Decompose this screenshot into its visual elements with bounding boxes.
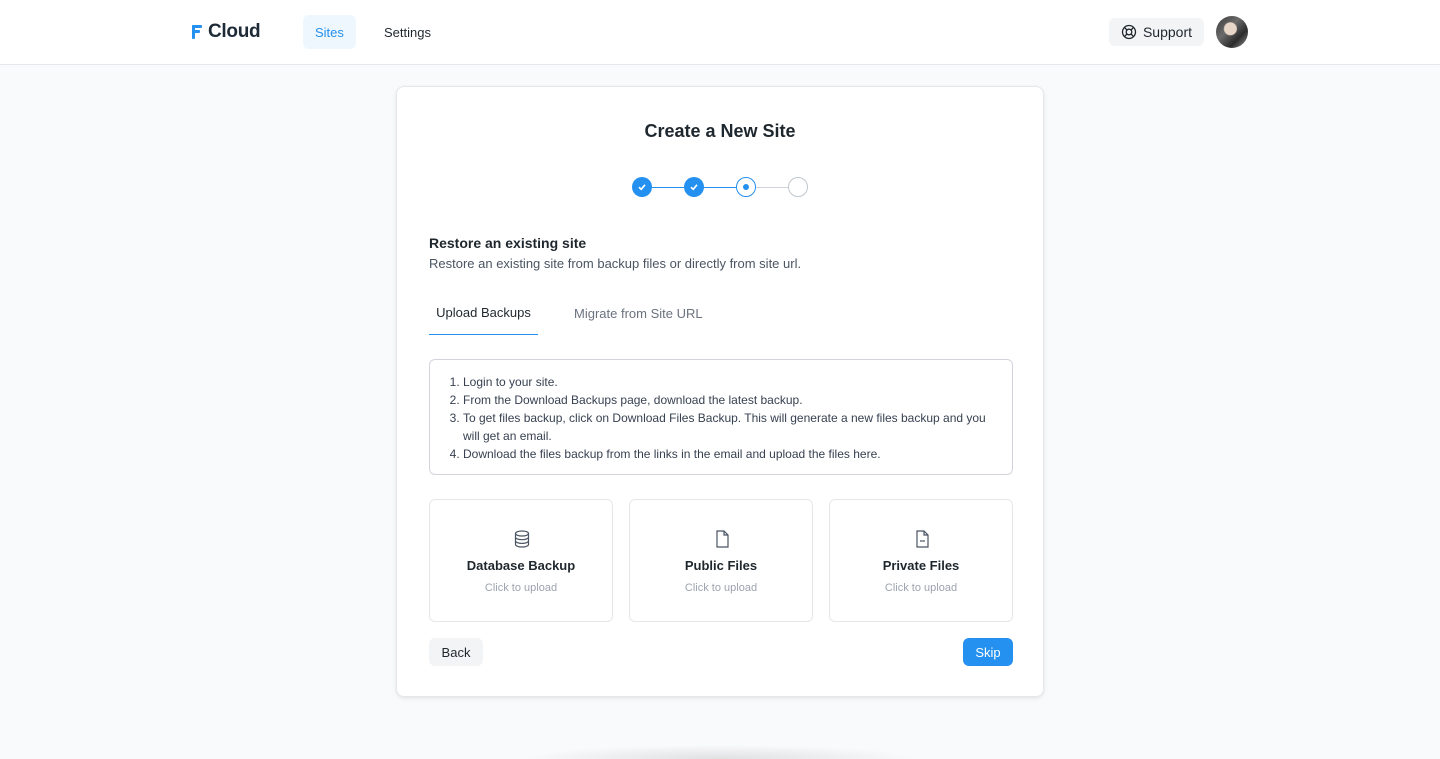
user-avatar[interactable] [1216,16,1248,48]
frappe-logo-icon [192,25,202,39]
skip-button[interactable]: Skip [963,638,1013,666]
check-icon [638,184,646,191]
upload-label: Private Files [882,558,960,573]
instructions-box: Login to your site. From the Download Ba… [429,359,1013,475]
private-files-upload[interactable]: Private Files Click to upload [829,499,1013,622]
tab-migrate-from-url[interactable]: Migrate from Site URL [570,291,707,335]
database-icon [514,530,530,548]
page-title: Create a New Site [644,121,796,141]
public-files-upload[interactable]: Public Files Click to upload [629,499,813,622]
section-subtitle: Restore an existing site from backup fil… [429,256,802,271]
brand-logo[interactable]: Cloud [192,20,261,44]
step-3-current [736,177,756,197]
step-connector [756,187,788,188]
upload-hint: Click to upload [684,582,758,594]
tab-upload-backups[interactable]: Upload Backups [429,291,538,335]
database-backup-upload[interactable]: Database Backup Click to upload [429,499,613,622]
new-site-card: Create a New Site Restore an existing si… [396,86,1044,697]
tab-bar: Upload Backups Migrate from Site URL [429,291,1013,335]
step-connector [652,187,684,188]
nav-settings[interactable]: Settings [372,15,443,49]
instruction-step: From the Download Backups page, download… [463,391,996,409]
top-navbar: Cloud Sites Settings Support [0,0,1440,65]
step-2-complete [684,177,704,197]
support-button[interactable]: Support [1109,18,1204,46]
instruction-step: Download the files backup from the links… [463,445,996,463]
step-connector [704,187,736,188]
check-icon [690,184,698,191]
file-minus-icon [916,530,929,548]
upload-label: Public Files [684,558,758,573]
support-label: Support [1142,24,1193,40]
file-icon [716,530,729,548]
upload-label: Database Backup [466,558,576,573]
back-button[interactable]: Back [429,638,483,666]
progress-stepper [632,177,810,199]
section-title: Restore an existing site [429,235,587,251]
step-4-pending [788,177,808,197]
step-1-complete [632,177,652,197]
instruction-step: To get files backup, click on Download F… [463,409,996,445]
upload-hint: Click to upload [884,582,958,594]
instruction-step: Login to your site. [463,373,996,391]
lifebuoy-icon [1121,24,1137,40]
upload-hint: Click to upload [484,582,558,594]
brand-name: Cloud [208,21,261,42]
nav-sites[interactable]: Sites [303,15,356,49]
bottom-shadow-decoration [520,745,920,759]
